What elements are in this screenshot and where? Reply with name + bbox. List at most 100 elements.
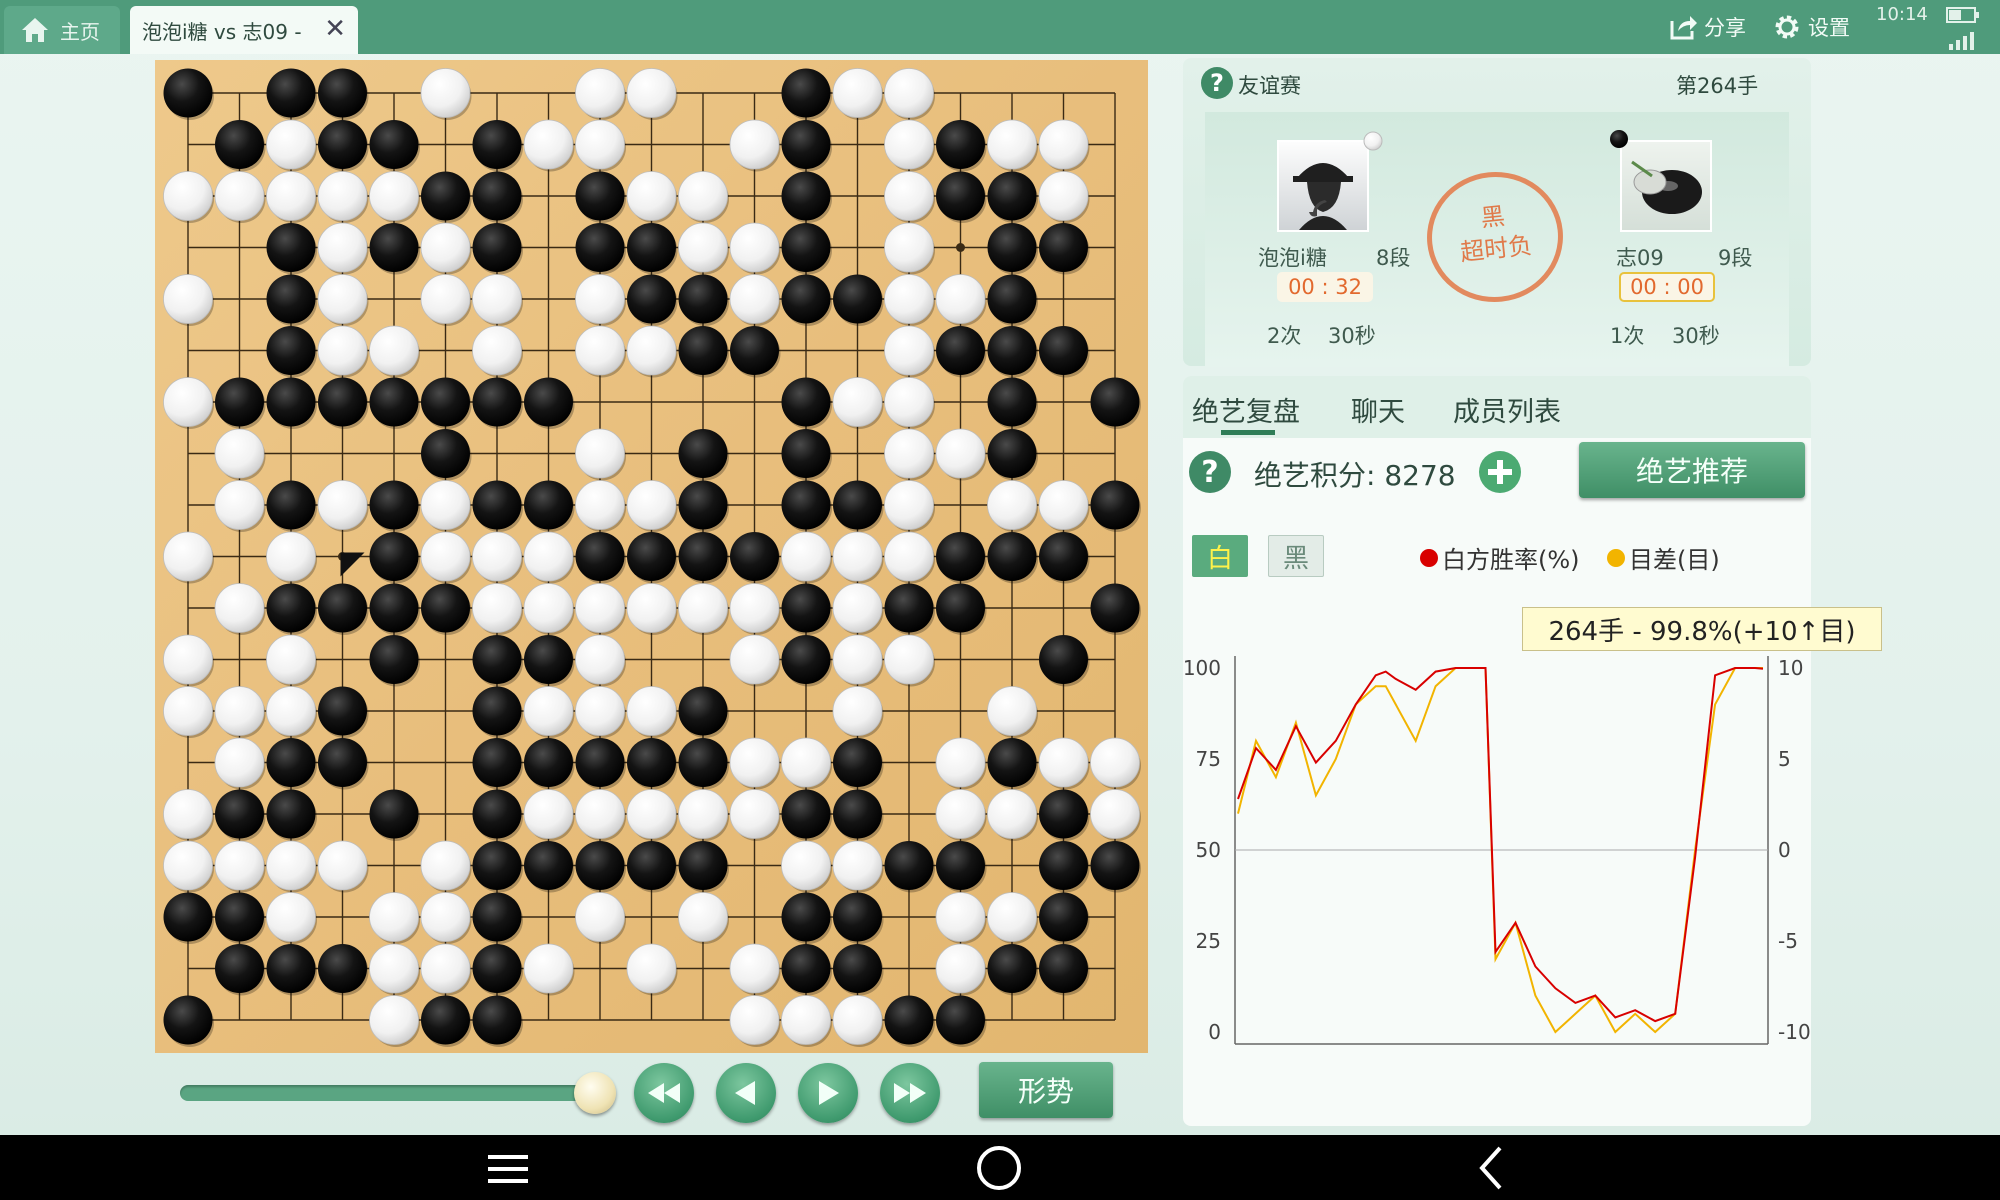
top-bar: 主页 泡泡i糖 vs 志09 - ✕ 分享 设置 10:14 xyxy=(0,0,2000,54)
black-stone xyxy=(678,274,728,324)
black-stone xyxy=(1039,789,1088,839)
black-stone xyxy=(266,789,316,839)
white-stone xyxy=(575,892,625,942)
tab-home[interactable]: 主页 xyxy=(4,6,120,54)
right-player-avatar[interactable] xyxy=(1620,140,1712,232)
right-player-periods: 1次 xyxy=(1610,324,1645,348)
white-side-toggle[interactable]: 白 xyxy=(1192,535,1248,577)
settings-button[interactable]: 设置 xyxy=(1772,10,1850,44)
black-stone xyxy=(369,120,419,169)
black-stone xyxy=(1039,223,1088,272)
home-circle-icon[interactable] xyxy=(976,1145,1022,1191)
battery-icon xyxy=(1946,7,1979,23)
white-stone xyxy=(884,634,934,685)
next-move-button[interactable] xyxy=(798,1063,858,1123)
black-stone xyxy=(421,995,470,1045)
black-stone xyxy=(318,120,367,169)
black-side-toggle[interactable]: 黑 xyxy=(1268,535,1324,577)
legend-margin: 目差(目) xyxy=(1607,540,1720,575)
black-stone xyxy=(936,841,985,890)
white-stone xyxy=(575,325,625,376)
tab-game[interactable]: 泡泡i糖 vs 志09 - ✕ xyxy=(130,6,358,54)
black-stone xyxy=(1090,841,1140,890)
black-stone xyxy=(833,738,882,787)
black-stone xyxy=(1039,532,1088,581)
white-stone xyxy=(1038,480,1089,530)
move-slider-handle[interactable] xyxy=(574,1072,616,1114)
black-stone xyxy=(884,995,934,1045)
black-stone xyxy=(524,841,573,890)
add-icon[interactable] xyxy=(1478,450,1522,494)
white-stone xyxy=(1090,737,1140,788)
white-stone xyxy=(884,68,934,118)
judge-button[interactable]: 形势 xyxy=(979,1062,1113,1118)
svg-text:?: ? xyxy=(1210,69,1224,97)
black-stone xyxy=(678,686,728,736)
status-clock: 10:14 xyxy=(1876,4,1928,25)
ai-recommend-button[interactable]: 绝艺推荐 xyxy=(1579,442,1805,498)
black-stone xyxy=(781,171,831,221)
move-slider-track[interactable] xyxy=(180,1085,595,1101)
go-board[interactable] xyxy=(155,60,1148,1053)
black-stone xyxy=(472,892,522,942)
fast-rewind-icon xyxy=(648,1083,680,1103)
black-stone xyxy=(781,223,831,272)
black-stone xyxy=(575,171,625,221)
white-stone xyxy=(832,68,883,118)
black-stone xyxy=(781,789,831,839)
white-stone xyxy=(935,789,986,839)
white-stone xyxy=(884,222,934,273)
score-help-icon[interactable]: ? xyxy=(1188,450,1232,494)
last-move-button[interactable] xyxy=(880,1063,940,1123)
white-stone xyxy=(575,68,625,118)
black-stone xyxy=(1090,583,1140,633)
white-stone xyxy=(1038,119,1089,170)
tab-members[interactable]: 成员列表 xyxy=(1453,390,1561,429)
white-stone xyxy=(317,840,368,891)
share-button[interactable]: 分享 xyxy=(1668,10,1746,44)
prev-move-button[interactable] xyxy=(716,1063,776,1123)
help-icon[interactable]: ? xyxy=(1200,66,1234,100)
white-stone xyxy=(678,583,728,633)
white-stone xyxy=(523,943,574,994)
menu-icon[interactable] xyxy=(486,1149,530,1189)
black-stone xyxy=(1039,635,1088,684)
white-stone xyxy=(266,892,316,942)
black-stone xyxy=(833,480,882,530)
tab-ai-replay[interactable]: 绝艺复盘 xyxy=(1192,390,1300,429)
back-icon[interactable] xyxy=(1476,1145,1506,1191)
black-stone xyxy=(215,120,264,169)
black-stone xyxy=(936,120,985,169)
black-stone xyxy=(318,68,367,118)
black-stone xyxy=(936,171,985,221)
black-stone xyxy=(266,944,316,993)
white-stone xyxy=(266,840,316,891)
left-player-periods: 2次 xyxy=(1267,324,1302,348)
white-stone xyxy=(266,171,316,221)
white-stone xyxy=(317,171,368,221)
chart-left-tick-label: 25 xyxy=(1196,929,1221,953)
win-rate-chart[interactable]: 0 25 50 75 100 -10 -5 0 5 10 xyxy=(1183,640,1811,1060)
black-stone xyxy=(884,841,934,890)
legend-win-rate-label: 白方胜率(%) xyxy=(1442,546,1580,574)
black-stone xyxy=(215,892,264,942)
first-move-button[interactable] xyxy=(634,1063,694,1123)
gear-icon xyxy=(1775,15,1799,39)
black-stone xyxy=(575,532,625,581)
white-stone xyxy=(163,634,213,685)
white-stone xyxy=(832,531,883,582)
close-icon[interactable]: ✕ xyxy=(324,16,346,42)
black-stone xyxy=(575,841,625,890)
white-stone xyxy=(729,737,780,788)
chart-left-tick-label: 75 xyxy=(1196,747,1221,771)
black-stone xyxy=(678,326,728,375)
tab-chat[interactable]: 聊天 xyxy=(1351,390,1405,429)
settings-label: 设置 xyxy=(1808,16,1850,40)
white-stone xyxy=(1038,737,1089,788)
board-canvas[interactable] xyxy=(155,60,1148,1053)
black-stone xyxy=(266,480,316,530)
white-stone xyxy=(678,892,728,942)
left-player-avatar[interactable] xyxy=(1277,140,1369,232)
black-stone xyxy=(1039,944,1088,993)
chart-right-tick-label: -5 xyxy=(1778,929,1798,953)
